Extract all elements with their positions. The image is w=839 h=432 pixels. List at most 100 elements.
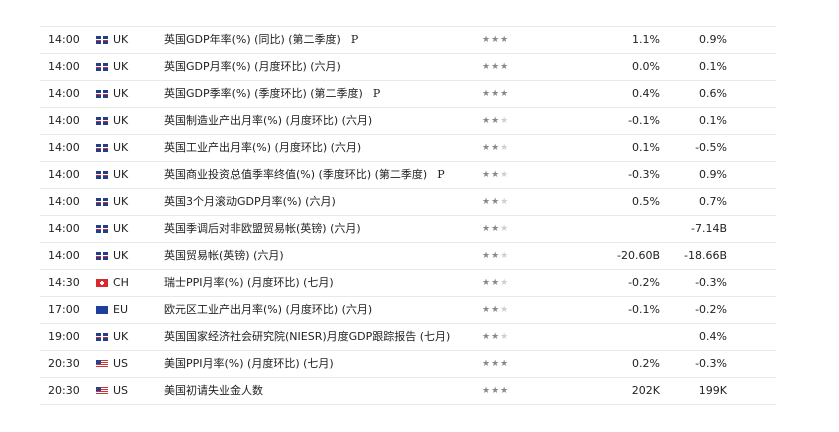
event-name[interactable]: 英国贸易帐(英镑) (六月) [164,243,484,269]
event-name[interactable]: 英国季调后对非欧盟贸易帐(英镑) (六月) [164,216,484,242]
forecast-value: 0.1% [699,60,727,73]
flag-uk-icon [96,252,108,260]
event-name[interactable]: 英国制造业产出月率(%) (月度环比) (六月) [164,108,484,134]
table-row[interactable]: 14:00 UK 英国GDP季率(%) (季度环比) (第二季度) P ★★★ 0.4% 0… [40,80,776,107]
event-name[interactable]: 英国GDP季率(%) (季度环比) (第二季度) P [164,81,484,107]
event-name[interactable]: 英国GDP年率(%) (同比) (第二季度) P [164,27,484,53]
event-name[interactable]: 瑞士PPI月率(%) (月度环比) (七月) [164,270,484,296]
star-icon: ★ [491,89,501,99]
event-name[interactable]: 英国商业投资总值季率终值(%) (季度环比) (第二季度) P [164,162,484,188]
country-code: UK [113,168,129,181]
country-code: UK [113,330,129,343]
table-row[interactable]: 20:30 US 美国PPI月率(%) (月度环比) (七月) ★★★ 0.2% -0.3… [40,350,776,377]
actual-value: -0.3% [628,168,660,181]
event-name[interactable]: 英国3个月滚动GDP月率(%) (六月) [164,189,484,215]
event-name[interactable]: 英国国家经济社会研究院(NIESR)月度GDP跟踪报告 (七月) [164,324,484,350]
table-row[interactable]: 14:00 UK 英国季调后对非欧盟贸易帐(英镑) (六月) ★★★ -7.14B [40,215,776,242]
star-icon: ★ [482,116,492,126]
table-row[interactable]: 19:00 UK 英国国家经济社会研究院(NIESR)月度GDP跟踪报告 (七月) ★… [40,323,776,350]
star-icon: ★ [482,278,492,288]
star-icon: ★ [500,143,510,153]
forecast-value: 0.9% [699,168,727,181]
table-row[interactable]: 17:00 EU 欧元区工业产出月率(%) (月度环比) (六月) ★★★ -0.1% -… [40,296,776,323]
importance-stars: ★★★ [482,324,522,350]
table-row[interactable]: 14:00 UK 英国商业投资总值季率终值(%) (季度环比) (第二季度) P ★★★… [40,161,776,188]
event-name[interactable]: 美国PPI月率(%) (月度环比) (七月) [164,351,484,377]
event-name-text: 英国GDP年率(%) (同比) (第二季度) [164,33,341,46]
actual-value [590,216,660,242]
forecast-value: -18.66B [683,249,727,262]
table-row[interactable]: 14:00 UK 英国工业产出月率(%) (月度环比) (六月) ★★★ 0.1% -0.… [40,134,776,161]
star-icon: ★ [500,89,510,99]
importance-stars: ★★★ [482,243,522,269]
country-code: UK [113,222,129,235]
event-time: 14:00 [48,33,80,46]
star-icon: ★ [500,224,510,234]
flag-us-icon [96,387,108,395]
event-name-text: 欧元区工业产出月率(%) (月度环比) (六月) [164,303,373,316]
event-name-text: 英国GDP季率(%) (季度环比) (第二季度) [164,87,363,100]
forecast-value: 199K [698,384,727,397]
importance-stars: ★★★ [482,27,522,53]
actual-value: 0.2% [632,357,660,370]
importance-stars: ★★★ [482,135,522,161]
star-icon: ★ [491,170,501,180]
star-icon: ★ [500,197,510,207]
actual-value: -0.2% [628,276,660,289]
table-row[interactable]: 14:00 UK 英国制造业产出月率(%) (月度环比) (六月) ★★★ -0.1% 0… [40,107,776,134]
actual-value: 202K [631,384,660,397]
table-row[interactable]: 20:30 US 美国初请失业金人数 ★★★ 202K 199K [40,377,776,405]
star-icon: ★ [500,386,510,396]
event-name-text: 美国PPI月率(%) (月度环比) (七月) [164,357,334,370]
flag-uk-icon [96,333,108,341]
country-code: US [113,357,129,370]
actual-value: 0.4% [632,87,660,100]
forecast-value: 0.6% [699,87,727,100]
table-row[interactable]: 14:00 UK 英国3个月滚动GDP月率(%) (六月) ★★★ 0.5% 0.7% [40,188,776,215]
star-icon: ★ [482,62,492,72]
star-icon: ★ [482,170,492,180]
event-time: 19:00 [48,330,80,343]
actual-value: -0.1% [628,303,660,316]
star-icon: ★ [491,197,501,207]
country-code: UK [113,87,129,100]
star-icon: ★ [482,89,492,99]
event-name-text: 美国初请失业金人数 [164,384,263,397]
star-icon: ★ [500,170,510,180]
actual-value: -20.60B [616,249,660,262]
flag-uk-icon [96,144,108,152]
star-icon: ★ [491,62,501,72]
table-row[interactable]: 14:00 UK 英国贸易帐(英镑) (六月) ★★★ -20.60B -18.66B [40,242,776,269]
event-time: 20:30 [48,384,80,397]
table-row[interactable]: 14:00 UK 英国GDP年率(%) (同比) (第二季度) P ★★★ 1.1% 0.9… [40,26,776,53]
star-icon: ★ [491,305,501,315]
event-name[interactable]: 英国工业产出月率(%) (月度环比) (六月) [164,135,484,161]
event-name[interactable]: 美国初请失业金人数 [164,378,484,404]
forecast-value: -0.3% [695,276,727,289]
importance-stars: ★★★ [482,216,522,242]
star-icon: ★ [491,35,501,45]
star-icon: ★ [482,305,492,315]
event-name[interactable]: 欧元区工业产出月率(%) (月度环比) (六月) [164,297,484,323]
event-name[interactable]: 英国GDP月率(%) (月度环比) (六月) [164,54,484,80]
table-row[interactable]: 14:30 CH 瑞士PPI月率(%) (月度环比) (七月) ★★★ -0.2% -0.… [40,269,776,296]
flag-uk-icon [96,171,108,179]
preliminary-marker: P [372,87,381,100]
country-code: UK [113,249,129,262]
importance-stars: ★★★ [482,54,522,80]
flag-uk-icon [96,63,108,71]
event-name-text: 英国3个月滚动GDP月率(%) (六月) [164,195,336,208]
actual-value: 0.0% [632,60,660,73]
forecast-value: 0.1% [699,114,727,127]
country-code: UK [113,114,129,127]
star-icon: ★ [482,251,492,261]
table-row[interactable]: 14:00 UK 英国GDP月率(%) (月度环比) (六月) ★★★ 0.0% 0.1% [40,53,776,80]
star-icon: ★ [482,386,492,396]
actual-value [590,324,660,350]
star-icon: ★ [482,197,492,207]
event-time: 14:00 [48,114,80,127]
event-name-text: 英国GDP月率(%) (月度环比) (六月) [164,60,341,73]
forecast-value: -7.14B [690,222,727,235]
economic-calendar-table: 14:00 UK 英国GDP年率(%) (同比) (第二季度) P ★★★ 1.1% 0.9… [40,26,776,405]
star-icon: ★ [491,359,501,369]
